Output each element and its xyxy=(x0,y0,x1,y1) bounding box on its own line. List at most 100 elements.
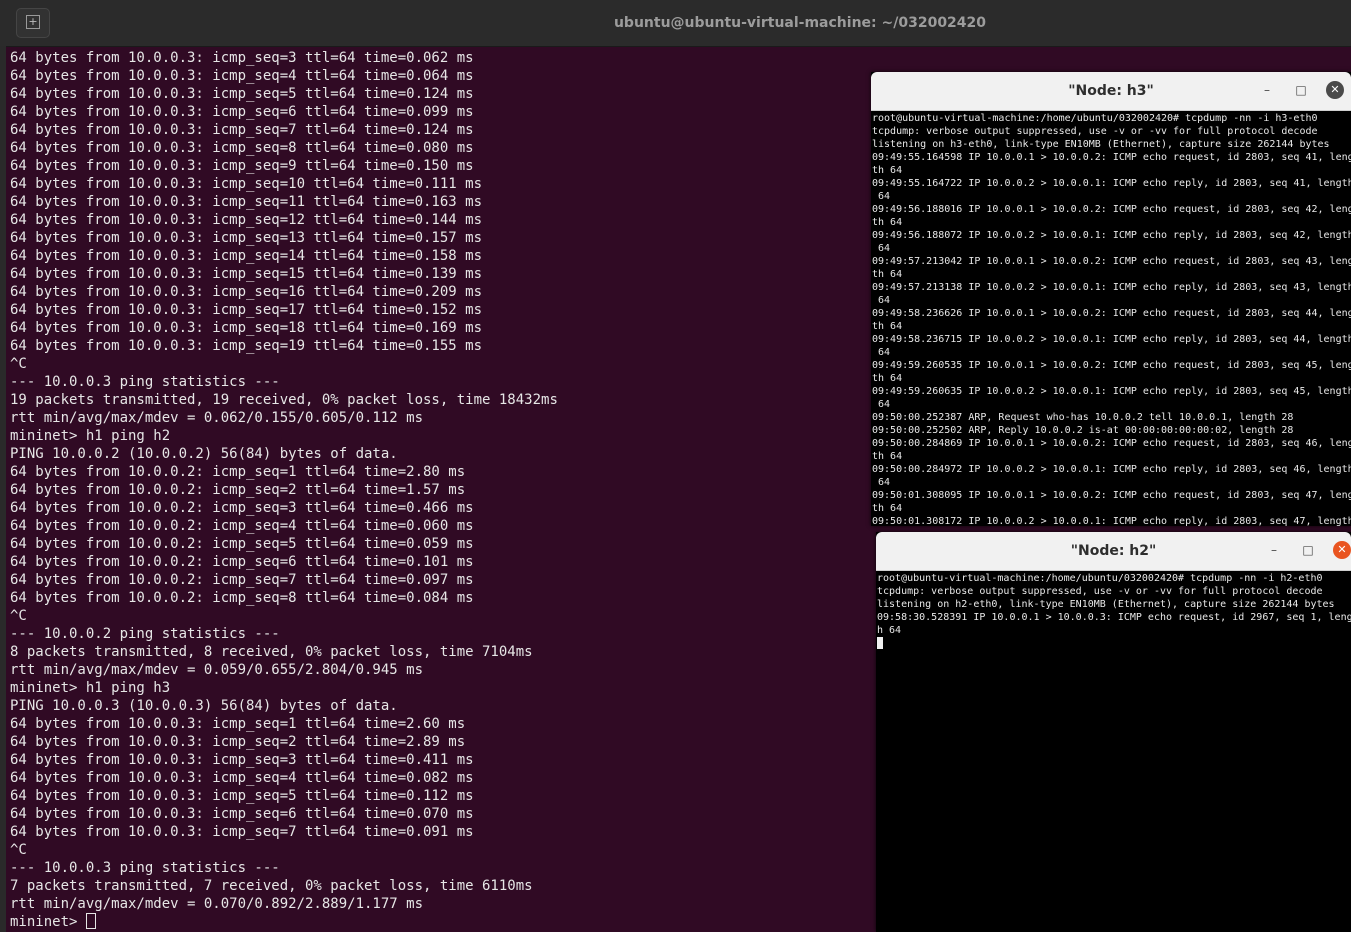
tcpdump-line: 09:49:59.260535 IP 10.0.0.1 > 10.0.0.2: … xyxy=(872,360,1351,371)
terminal-line: 64 bytes from 10.0.0.2: icmp_seq=8 ttl=6… xyxy=(10,590,474,606)
new-tab-icon: + xyxy=(26,15,40,29)
node-h3-terminal-output[interactable]: root@ubuntu-virtual-machine:/home/ubuntu… xyxy=(872,112,1351,526)
terminal-line: ^C xyxy=(10,842,27,858)
terminal-line: 64 bytes from 10.0.0.3: icmp_seq=5 ttl=6… xyxy=(10,788,474,804)
terminal-line: --- 10.0.0.2 ping statistics --- xyxy=(10,626,280,642)
tcpdump-line: th 64 xyxy=(872,373,903,384)
tcpdump-line: root@ubuntu-virtual-machine:/home/ubuntu… xyxy=(877,573,1323,584)
terminal-line: 64 bytes from 10.0.0.3: icmp_seq=14 ttl=… xyxy=(10,248,483,264)
terminal-line: 19 packets transmitted, 19 received, 0% … xyxy=(10,392,558,408)
terminal-line: 64 bytes from 10.0.0.2: icmp_seq=4 ttl=6… xyxy=(10,518,474,534)
left-edge-strip xyxy=(0,46,6,932)
terminal-line: 64 bytes from 10.0.0.3: icmp_seq=2 ttl=6… xyxy=(10,734,466,750)
tcpdump-line: th 64 xyxy=(872,503,903,514)
node-h2-maximize-button[interactable]: □ xyxy=(1299,541,1317,559)
node-h3-title: "Node: h3" xyxy=(1068,83,1154,99)
tcpdump-line: 64 xyxy=(872,347,891,358)
terminal-line: 64 bytes from 10.0.0.3: icmp_seq=10 ttl=… xyxy=(10,176,483,192)
prompt-line: mininet> xyxy=(10,913,870,931)
node-h3-titlebar[interactable]: "Node: h3" – □ ✕ xyxy=(871,72,1351,111)
tcpdump-line: 64 xyxy=(872,191,891,202)
tcpdump-line: 09:50:01.308172 IP 10.0.0.2 > 10.0.0.1: … xyxy=(872,516,1351,526)
tcpdump-line: 09:50:00.284972 IP 10.0.0.2 > 10.0.0.1: … xyxy=(872,464,1351,475)
tcpdump-line: listening on h3-eth0, link-type EN10MB (… xyxy=(872,139,1330,150)
terminal-line: PING 10.0.0.2 (10.0.0.2) 56(84) bytes of… xyxy=(10,446,398,462)
terminal-line: 64 bytes from 10.0.0.2: icmp_seq=3 ttl=6… xyxy=(10,500,474,516)
node-h2-minimize-button[interactable]: – xyxy=(1265,541,1283,559)
tcpdump-line: 09:50:00.284869 IP 10.0.0.1 > 10.0.0.2: … xyxy=(872,438,1351,449)
terminal-line: 64 bytes from 10.0.0.3: icmp_seq=12 ttl=… xyxy=(10,212,483,228)
terminal-line: 64 bytes from 10.0.0.3: icmp_seq=3 ttl=6… xyxy=(10,752,474,768)
tcpdump-line: 09:49:56.188072 IP 10.0.0.2 > 10.0.0.1: … xyxy=(872,230,1351,241)
node-h3-minimize-button[interactable]: – xyxy=(1258,81,1276,99)
terminal-line: 64 bytes from 10.0.0.3: icmp_seq=17 ttl=… xyxy=(10,302,483,318)
terminal-line: 64 bytes from 10.0.0.3: icmp_seq=18 ttl=… xyxy=(10,320,483,336)
main-window-titlebar: + ubuntu@ubuntu-virtual-machine: ~/03200… xyxy=(0,0,1351,47)
terminal-line: 64 bytes from 10.0.0.3: icmp_seq=1 ttl=6… xyxy=(10,716,466,732)
terminal-line: 7 packets transmitted, 7 received, 0% pa… xyxy=(10,878,533,894)
tcpdump-line: h 64 xyxy=(877,625,902,636)
tcpdump-line: 09:49:59.260635 IP 10.0.0.2 > 10.0.0.1: … xyxy=(872,386,1351,397)
terminal-line: 64 bytes from 10.0.0.2: icmp_seq=6 ttl=6… xyxy=(10,554,474,570)
terminal-line: rtt min/avg/max/mdev = 0.070/0.892/2.889… xyxy=(10,896,424,912)
tcpdump-line: th 64 xyxy=(872,165,903,176)
tcpdump-line: 09:50:00.252387 ARP, Request who-has 10.… xyxy=(872,412,1294,423)
tcpdump-line: 64 xyxy=(872,243,891,254)
mininet-prompt: mininet> xyxy=(10,914,86,930)
text-cursor xyxy=(877,637,883,649)
node-h3-window[interactable]: "Node: h3" – □ ✕ root@ubuntu-virtual-mac… xyxy=(871,72,1351,526)
terminal-line: --- 10.0.0.3 ping statistics --- xyxy=(10,860,280,876)
node-h2-window[interactable]: "Node: h2" – □ ✕ root@ubuntu-virtual-mac… xyxy=(876,532,1351,932)
tcpdump-line: tcpdump: verbose output suppressed, use … xyxy=(877,586,1323,597)
tcpdump-line: 64 xyxy=(872,399,891,410)
text-cursor xyxy=(85,913,96,929)
terminal-line: rtt min/avg/max/mdev = 0.062/0.155/0.605… xyxy=(10,410,424,426)
tcpdump-line: th 64 xyxy=(872,217,903,228)
node-h2-terminal-output[interactable]: root@ubuntu-virtual-machine:/home/ubuntu… xyxy=(877,572,1351,650)
tcpdump-line: 09:58:30.528391 IP 10.0.0.1 > 10.0.0.3: … xyxy=(877,612,1351,623)
terminal-line: 64 bytes from 10.0.0.3: icmp_seq=13 ttl=… xyxy=(10,230,483,246)
tcpdump-line: 09:49:56.188016 IP 10.0.0.1 > 10.0.0.2: … xyxy=(872,204,1351,215)
terminal-line: mininet> h1 ping h2 xyxy=(10,428,171,444)
terminal-line: 64 bytes from 10.0.0.3: icmp_seq=6 ttl=6… xyxy=(10,806,474,822)
tcpdump-line: 09:49:58.236626 IP 10.0.0.1 > 10.0.0.2: … xyxy=(872,308,1351,319)
terminal-line: 64 bytes from 10.0.0.3: icmp_seq=7 ttl=6… xyxy=(10,824,474,840)
terminal-line: 64 bytes from 10.0.0.3: icmp_seq=6 ttl=6… xyxy=(10,104,474,120)
terminal-line: 64 bytes from 10.0.0.3: icmp_seq=8 ttl=6… xyxy=(10,140,474,156)
new-tab-button[interactable]: + xyxy=(16,8,50,38)
terminal-line: 64 bytes from 10.0.0.3: icmp_seq=4 ttl=6… xyxy=(10,770,474,786)
terminal-line: 64 bytes from 10.0.0.2: icmp_seq=1 ttl=6… xyxy=(10,464,466,480)
terminal-line: 64 bytes from 10.0.0.3: icmp_seq=9 ttl=6… xyxy=(10,158,474,174)
terminal-line: --- 10.0.0.3 ping statistics --- xyxy=(10,374,280,390)
terminal-line: 64 bytes from 10.0.0.3: icmp_seq=11 ttl=… xyxy=(10,194,483,210)
tcpdump-line: 64 xyxy=(872,477,891,488)
cursor-line xyxy=(877,637,1351,650)
terminal-line: mininet> h1 ping h3 xyxy=(10,680,171,696)
terminal-line: ^C xyxy=(10,608,27,624)
tcpdump-line: listening on h2-eth0, link-type EN10MB (… xyxy=(877,599,1335,610)
terminal-line: 64 bytes from 10.0.0.2: icmp_seq=2 ttl=6… xyxy=(10,482,466,498)
terminal-line: 64 bytes from 10.0.0.3: icmp_seq=15 ttl=… xyxy=(10,266,483,282)
tcpdump-line: 09:49:57.213042 IP 10.0.0.1 > 10.0.0.2: … xyxy=(872,256,1351,267)
node-h2-close-button[interactable]: ✕ xyxy=(1333,541,1351,559)
tcpdump-line: th 64 xyxy=(872,269,903,280)
tcpdump-line: 09:49:57.213138 IP 10.0.0.2 > 10.0.0.1: … xyxy=(872,282,1351,293)
tcpdump-line: 09:49:58.236715 IP 10.0.0.2 > 10.0.0.1: … xyxy=(872,334,1351,345)
main-window-title: ubuntu@ubuntu-virtual-machine: ~/0320024… xyxy=(613,15,987,31)
terminal-line: PING 10.0.0.3 (10.0.0.3) 56(84) bytes of… xyxy=(10,698,398,714)
tcpdump-line: 09:49:55.164598 IP 10.0.0.1 > 10.0.0.2: … xyxy=(872,152,1351,163)
terminal-line: 64 bytes from 10.0.0.3: icmp_seq=3 ttl=6… xyxy=(10,50,474,66)
main-terminal-output[interactable]: 64 bytes from 10.0.0.3: icmp_seq=3 ttl=6… xyxy=(10,49,870,931)
node-h3-close-button[interactable]: ✕ xyxy=(1326,81,1344,99)
terminal-line: 64 bytes from 10.0.0.2: icmp_seq=5 ttl=6… xyxy=(10,536,474,552)
tcpdump-line: root@ubuntu-virtual-machine:/home/ubuntu… xyxy=(872,113,1318,124)
tcpdump-line: 09:50:01.308095 IP 10.0.0.1 > 10.0.0.2: … xyxy=(872,490,1351,501)
terminal-line: 64 bytes from 10.0.0.2: icmp_seq=7 ttl=6… xyxy=(10,572,474,588)
node-h2-titlebar[interactable]: "Node: h2" – □ ✕ xyxy=(876,532,1351,571)
terminal-line: 64 bytes from 10.0.0.3: icmp_seq=16 ttl=… xyxy=(10,284,483,300)
tcpdump-line: tcpdump: verbose output suppressed, use … xyxy=(872,126,1318,137)
tcpdump-line: 09:50:00.252502 ARP, Reply 10.0.0.2 is-a… xyxy=(872,425,1294,436)
terminal-line: 64 bytes from 10.0.0.3: icmp_seq=7 ttl=6… xyxy=(10,122,474,138)
terminal-line: ^C xyxy=(10,356,27,372)
node-h3-maximize-button[interactable]: □ xyxy=(1292,81,1310,99)
